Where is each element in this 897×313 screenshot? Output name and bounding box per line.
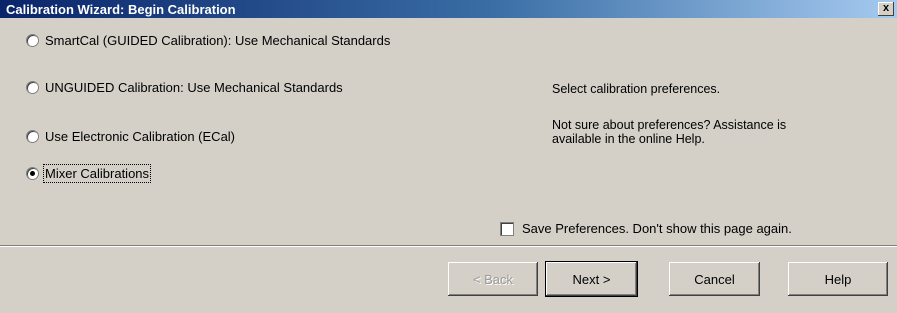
- info-help-line1: Not sure about preferences? Assistance i…: [552, 118, 787, 132]
- option-mixer-label: Mixer Calibrations: [42, 164, 152, 183]
- option-ecal-label: Use Electronic Calibration (ECal): [45, 129, 236, 144]
- radio-button[interactable]: [26, 130, 39, 143]
- radio-button[interactable]: [26, 34, 39, 47]
- radio-button-selected[interactable]: [26, 167, 39, 180]
- title-bar: Calibration Wizard: Begin Calibration x: [0, 0, 897, 18]
- calibration-wizard-window: Calibration Wizard: Begin Calibration x …: [0, 0, 897, 313]
- cancel-button[interactable]: Cancel: [669, 262, 760, 296]
- option-unguided-label: UNGUIDED Calibration: Use Mechanical Sta…: [45, 80, 343, 95]
- option-ecal[interactable]: Use Electronic Calibration (ECal): [26, 129, 235, 144]
- option-smartcal[interactable]: SmartCal (GUIDED Calibration): Use Mecha…: [26, 33, 390, 48]
- back-button[interactable]: < Back: [448, 262, 538, 296]
- separator: [0, 245, 897, 247]
- window-title: Calibration Wizard: Begin Calibration: [6, 2, 236, 17]
- option-unguided[interactable]: UNGUIDED Calibration: Use Mechanical Sta…: [26, 80, 343, 95]
- save-preferences-label: Save Preferences. Don't show this page a…: [522, 221, 792, 236]
- radio-button[interactable]: [26, 81, 39, 94]
- next-button[interactable]: Next >: [545, 261, 638, 297]
- save-preferences-checkbox-row[interactable]: Save Preferences. Don't show this page a…: [500, 221, 792, 236]
- info-prompt: Select calibration preferences.: [552, 82, 721, 96]
- option-mixer[interactable]: Mixer Calibrations: [26, 164, 152, 183]
- info-help-line2: available in the online Help.: [552, 132, 705, 146]
- close-button[interactable]: x: [878, 2, 894, 16]
- help-button[interactable]: Help: [788, 262, 888, 296]
- save-preferences-checkbox[interactable]: [500, 221, 514, 236]
- option-smartcal-label: SmartCal (GUIDED Calibration): Use Mecha…: [45, 33, 391, 48]
